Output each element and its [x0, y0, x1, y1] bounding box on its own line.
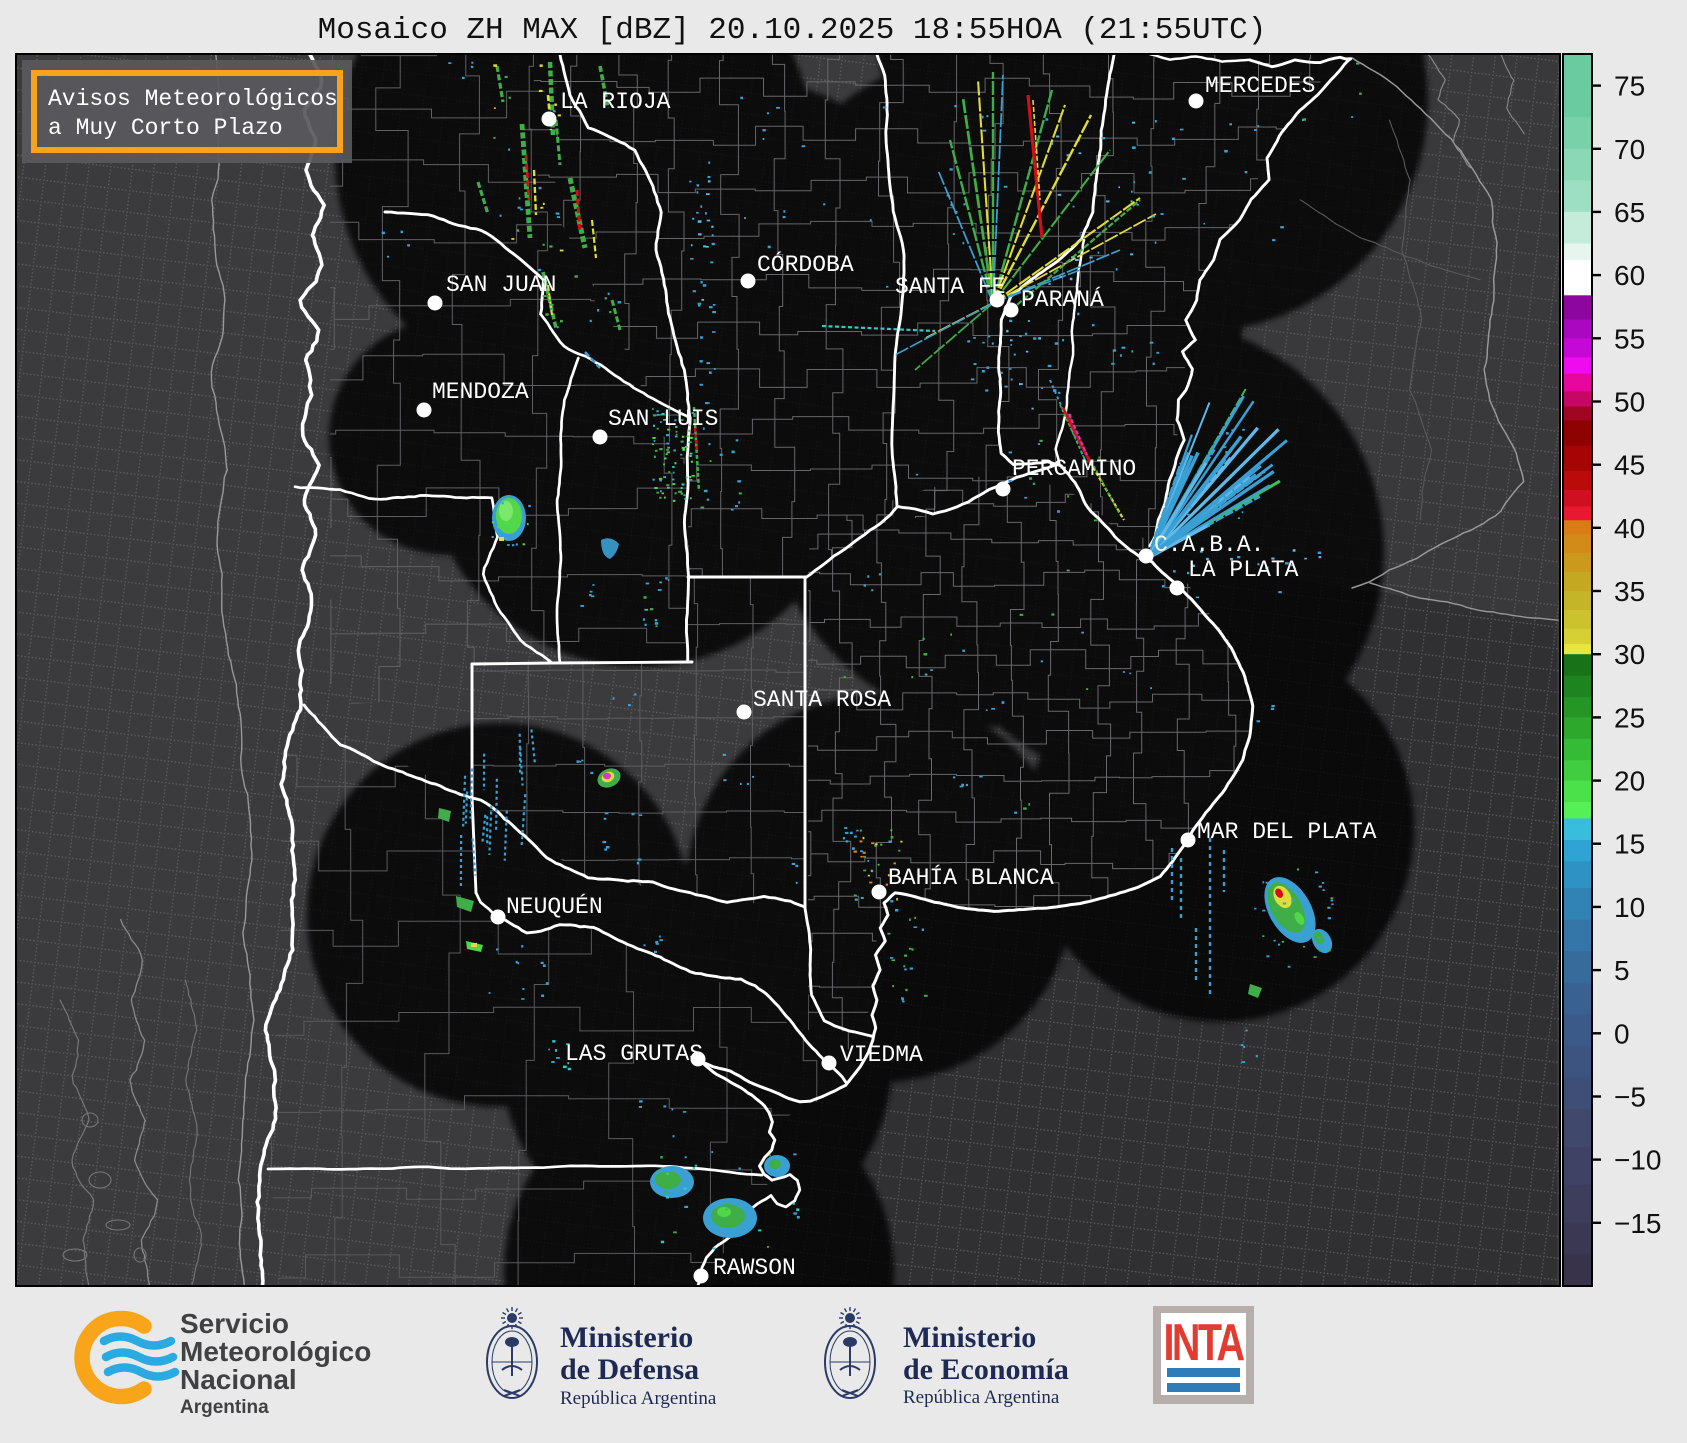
svg-text:MAR DEL PLATA: MAR DEL PLATA [1197, 819, 1377, 845]
svg-text:RAWSON: RAWSON [713, 1255, 796, 1281]
svg-text:−5: −5 [1614, 1082, 1646, 1113]
svg-text:CÓRDOBA: CÓRDOBA [757, 250, 854, 278]
svg-text:SAN JUAN: SAN JUAN [446, 272, 556, 298]
svg-text:45: 45 [1614, 450, 1645, 481]
svg-text:65: 65 [1614, 197, 1645, 228]
svg-text:PARANÁ: PARANÁ [1021, 286, 1104, 313]
svg-text:5: 5 [1614, 955, 1630, 986]
svg-text:Nacional: Nacional [180, 1364, 297, 1395]
svg-text:Ministerio: Ministerio [903, 1321, 1036, 1354]
svg-text:10: 10 [1614, 892, 1645, 923]
svg-text:LAS GRUTAS: LAS GRUTAS [565, 1041, 703, 1067]
svg-text:SANTA ROSA: SANTA ROSA [753, 687, 891, 713]
svg-text:de Economía: de Economía [903, 1353, 1069, 1386]
svg-text:Mosaico ZH MAX [dBZ] 20.10.202: Mosaico ZH MAX [dBZ] 20.10.2025 18:55HOA… [318, 13, 1267, 48]
svg-text:BAHÍA BLANCA: BAHÍA BLANCA [888, 864, 1054, 891]
svg-text:a Muy Corto Plazo: a Muy Corto Plazo [48, 115, 283, 141]
svg-text:Avisos Meteorológicos: Avisos Meteorológicos [48, 86, 338, 112]
svg-text:República Argentina: República Argentina [903, 1387, 1060, 1408]
svg-text:50: 50 [1614, 387, 1645, 418]
svg-text:INTA: INTA [1163, 1313, 1244, 1371]
svg-text:Ministerio: Ministerio [560, 1321, 693, 1354]
svg-text:LA RIOJA: LA RIOJA [560, 89, 671, 115]
svg-text:C.A.B.A.: C.A.B.A. [1154, 532, 1264, 558]
svg-text:40: 40 [1614, 513, 1645, 544]
svg-text:PERGAMINO: PERGAMINO [1012, 456, 1136, 482]
svg-text:25: 25 [1614, 702, 1645, 733]
svg-text:−10: −10 [1614, 1145, 1662, 1176]
svg-text:de Defensa: de Defensa [560, 1353, 699, 1386]
svg-text:SAN LUIS: SAN LUIS [608, 406, 718, 432]
svg-text:LA PLATA: LA PLATA [1188, 557, 1299, 583]
svg-text:NEUQUÉN: NEUQUÉN [506, 893, 603, 920]
svg-text:MENDOZA: MENDOZA [432, 379, 529, 405]
svg-text:VIEDMA: VIEDMA [840, 1042, 923, 1068]
svg-text:30: 30 [1614, 639, 1645, 670]
svg-text:75: 75 [1614, 71, 1645, 102]
svg-text:Servicio: Servicio [180, 1308, 289, 1339]
svg-text:20: 20 [1614, 766, 1645, 797]
svg-text:70: 70 [1614, 134, 1645, 165]
svg-text:0: 0 [1614, 1018, 1630, 1049]
svg-text:República Argentina: República Argentina [560, 1388, 717, 1409]
svg-text:Argentina: Argentina [180, 1397, 269, 1418]
svg-text:Meteorológico: Meteorológico [180, 1336, 371, 1367]
svg-text:55: 55 [1614, 323, 1645, 354]
svg-text:SANTA FE: SANTA FE [895, 274, 1005, 300]
svg-text:15: 15 [1614, 829, 1645, 860]
svg-text:−15: −15 [1614, 1208, 1662, 1239]
svg-text:60: 60 [1614, 260, 1645, 291]
svg-text:MERCEDES: MERCEDES [1205, 73, 1315, 99]
svg-text:35: 35 [1614, 576, 1645, 607]
